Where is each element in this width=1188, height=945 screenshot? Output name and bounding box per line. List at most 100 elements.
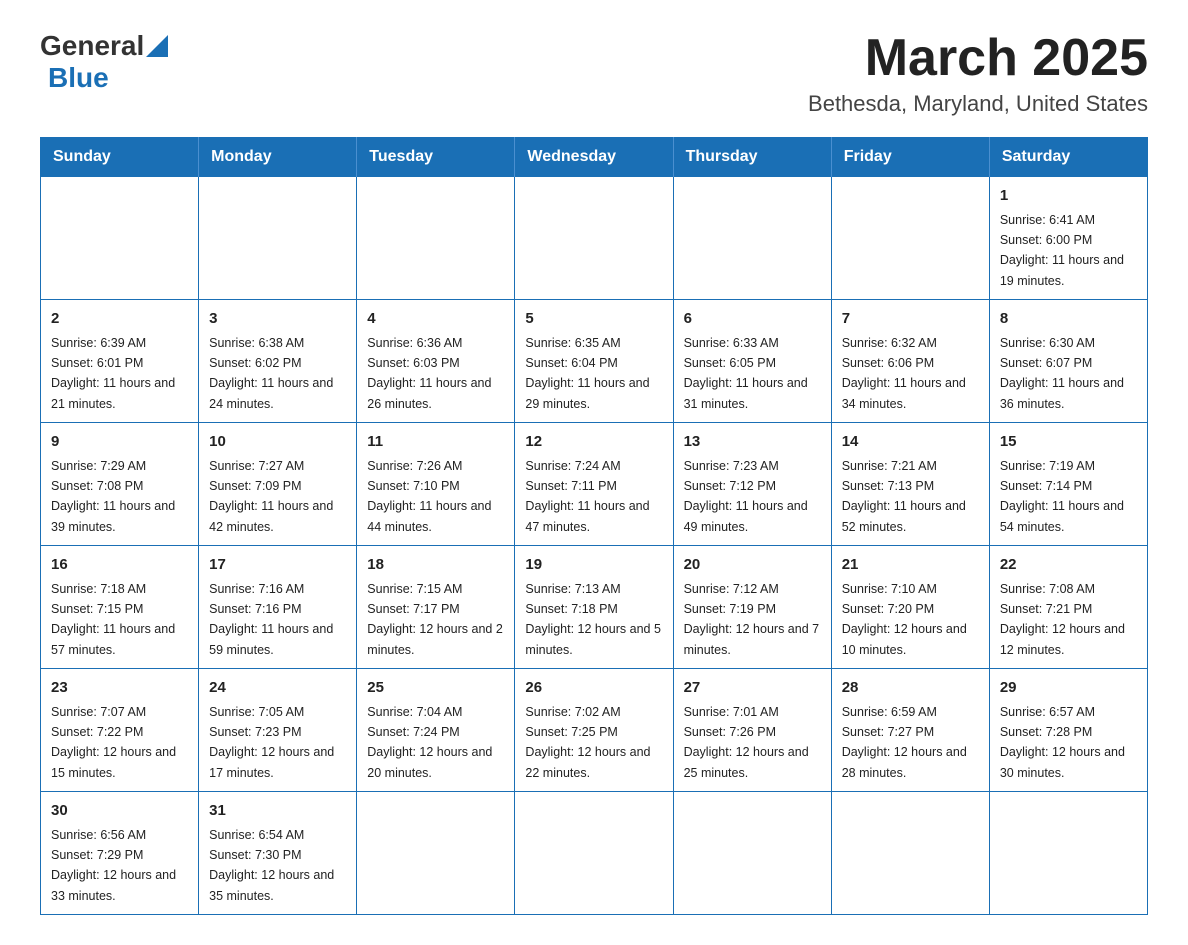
- day-of-week-header: Friday: [831, 138, 989, 177]
- day-info: Sunrise: 6:36 AM Sunset: 6:03 PM Dayligh…: [367, 336, 491, 411]
- day-number: 8: [1000, 308, 1137, 331]
- calendar-day-cell: [673, 792, 831, 915]
- calendar-day-cell: 17 Sunrise: 7:16 AM Sunset: 7:16 PM Dayli…: [199, 546, 357, 669]
- day-number: 5: [525, 308, 662, 331]
- day-number: 15: [1000, 431, 1137, 454]
- calendar-week-row: 9Sunrise: 7:29 AM Sunset: 7:08 PM Daylig…: [41, 423, 1148, 546]
- calendar-day-cell: 11Sunrise: 7:26 AM Sunset: 7:10 PM Dayli…: [357, 423, 515, 546]
- calendar-day-cell: 3 Sunrise: 6:38 AM Sunset: 6:02 PM Daylig…: [199, 300, 357, 423]
- calendar-day-cell: [515, 177, 673, 300]
- day-info: Sunrise: 6:41 AM Sunset: 6:00 PM Dayligh…: [1000, 213, 1124, 288]
- day-info: Sunrise: 7:19 AM Sunset: 7:14 PM Dayligh…: [1000, 459, 1124, 534]
- calendar-day-cell: 24 Sunrise: 7:05 AM Sunset: 7:23 PM Dayli…: [199, 669, 357, 792]
- calendar-day-cell: 7 Sunrise: 6:32 AM Sunset: 6:06 PM Daylig…: [831, 300, 989, 423]
- day-number: 7: [842, 308, 979, 331]
- day-number: 12: [525, 431, 662, 454]
- day-info: Sunrise: 6:39 AM Sunset: 6:01 PM Dayligh…: [51, 336, 175, 411]
- calendar-day-cell: 14 Sunrise: 7:21 AM Sunset: 7:13 PM Dayli…: [831, 423, 989, 546]
- day-number: 2: [51, 308, 188, 331]
- day-of-week-header: Thursday: [673, 138, 831, 177]
- day-info: Sunrise: 6:32 AM Sunset: 6:06 PM Dayligh…: [842, 336, 966, 411]
- calendar-day-cell: [41, 177, 199, 300]
- calendar-day-cell: [673, 177, 831, 300]
- day-number: 16: [51, 554, 188, 577]
- day-info: Sunrise: 6:56 AM Sunset: 7:29 PM Dayligh…: [51, 828, 176, 903]
- day-number: 22: [1000, 554, 1137, 577]
- page-header: General Blue March 2025 Bethesda, Maryla…: [40, 30, 1148, 117]
- calendar-week-row: 1 Sunrise: 6:41 AM Sunset: 6:00 PM Daylig…: [41, 177, 1148, 300]
- day-info: Sunrise: 6:57 AM Sunset: 7:28 PM Dayligh…: [1000, 705, 1125, 780]
- calendar-day-cell: [831, 792, 989, 915]
- logo-general-text: General: [40, 30, 144, 62]
- calendar-day-cell: [515, 792, 673, 915]
- calendar-day-cell: 28 Sunrise: 6:59 AM Sunset: 7:27 PM Dayli…: [831, 669, 989, 792]
- calendar-day-cell: 15 Sunrise: 7:19 AM Sunset: 7:14 PM Dayli…: [989, 423, 1147, 546]
- calendar-day-cell: 25 Sunrise: 7:04 AM Sunset: 7:24 PM Dayli…: [357, 669, 515, 792]
- calendar-day-cell: 26 Sunrise: 7:02 AM Sunset: 7:25 PM Dayli…: [515, 669, 673, 792]
- day-info: Sunrise: 7:07 AM Sunset: 7:22 PM Dayligh…: [51, 705, 176, 780]
- day-info: Sunrise: 7:24 AM Sunset: 7:11 PM Dayligh…: [525, 459, 649, 534]
- calendar-day-cell: 22 Sunrise: 7:08 AM Sunset: 7:21 PM Dayli…: [989, 546, 1147, 669]
- calendar-day-cell: 20 Sunrise: 7:12 AM Sunset: 7:19 PM Dayli…: [673, 546, 831, 669]
- day-number: 29: [1000, 677, 1137, 700]
- calendar-week-row: 16 Sunrise: 7:18 AM Sunset: 7:15 PM Dayli…: [41, 546, 1148, 669]
- day-number: 18: [367, 554, 504, 577]
- day-info: Sunrise: 6:38 AM Sunset: 6:02 PM Dayligh…: [209, 336, 333, 411]
- day-info: Sunrise: 6:59 AM Sunset: 7:27 PM Dayligh…: [842, 705, 967, 780]
- day-number: 26: [525, 677, 662, 700]
- calendar-day-cell: 9Sunrise: 7:29 AM Sunset: 7:08 PM Daylig…: [41, 423, 199, 546]
- day-number: 20: [684, 554, 821, 577]
- day-info: Sunrise: 7:05 AM Sunset: 7:23 PM Dayligh…: [209, 705, 334, 780]
- calendar-day-cell: 23 Sunrise: 7:07 AM Sunset: 7:22 PM Dayli…: [41, 669, 199, 792]
- day-info: Sunrise: 6:30 AM Sunset: 6:07 PM Dayligh…: [1000, 336, 1124, 411]
- day-info: Sunrise: 7:16 AM Sunset: 7:16 PM Dayligh…: [209, 582, 333, 657]
- logo: General Blue: [40, 30, 168, 94]
- day-info: Sunrise: 7:26 AM Sunset: 7:10 PM Dayligh…: [367, 459, 491, 534]
- calendar-day-cell: 6Sunrise: 6:33 AM Sunset: 6:05 PM Daylig…: [673, 300, 831, 423]
- day-info: Sunrise: 7:21 AM Sunset: 7:13 PM Dayligh…: [842, 459, 966, 534]
- day-number: 1: [1000, 185, 1137, 208]
- calendar-day-cell: 16 Sunrise: 7:18 AM Sunset: 7:15 PM Dayli…: [41, 546, 199, 669]
- day-of-week-header: Saturday: [989, 138, 1147, 177]
- month-year-title: March 2025: [808, 30, 1148, 87]
- day-number: 19: [525, 554, 662, 577]
- day-info: Sunrise: 7:12 AM Sunset: 7:19 PM Dayligh…: [684, 582, 820, 657]
- day-number: 17: [209, 554, 346, 577]
- calendar-header-row: SundayMondayTuesdayWednesdayThursdayFrid…: [41, 138, 1148, 177]
- calendar-day-cell: 12 Sunrise: 7:24 AM Sunset: 7:11 PM Dayli…: [515, 423, 673, 546]
- calendar-day-cell: 1 Sunrise: 6:41 AM Sunset: 6:00 PM Daylig…: [989, 177, 1147, 300]
- calendar-day-cell: 31Sunrise: 6:54 AM Sunset: 7:30 PM Dayli…: [199, 792, 357, 915]
- day-info: Sunrise: 7:08 AM Sunset: 7:21 PM Dayligh…: [1000, 582, 1125, 657]
- calendar-day-cell: 10 Sunrise: 7:27 AM Sunset: 7:09 PM Dayli…: [199, 423, 357, 546]
- day-number: 23: [51, 677, 188, 700]
- day-info: Sunrise: 6:35 AM Sunset: 6:04 PM Dayligh…: [525, 336, 649, 411]
- calendar-day-cell: 18Sunrise: 7:15 AM Sunset: 7:17 PM Dayli…: [357, 546, 515, 669]
- logo-blue-text: Blue: [48, 62, 109, 93]
- day-number: 3: [209, 308, 346, 331]
- day-number: 10: [209, 431, 346, 454]
- day-number: 24: [209, 677, 346, 700]
- calendar-day-cell: 29 Sunrise: 6:57 AM Sunset: 7:28 PM Dayli…: [989, 669, 1147, 792]
- day-info: Sunrise: 7:02 AM Sunset: 7:25 PM Dayligh…: [525, 705, 650, 780]
- day-number: 14: [842, 431, 979, 454]
- location-subtitle: Bethesda, Maryland, United States: [808, 91, 1148, 117]
- calendar-day-cell: 8 Sunrise: 6:30 AM Sunset: 6:07 PM Daylig…: [989, 300, 1147, 423]
- day-number: 28: [842, 677, 979, 700]
- calendar-day-cell: [199, 177, 357, 300]
- day-of-week-header: Tuesday: [357, 138, 515, 177]
- calendar-day-cell: 19 Sunrise: 7:13 AM Sunset: 7:18 PM Dayli…: [515, 546, 673, 669]
- calendar-day-cell: [831, 177, 989, 300]
- day-number: 9: [51, 431, 188, 454]
- day-info: Sunrise: 7:27 AM Sunset: 7:09 PM Dayligh…: [209, 459, 333, 534]
- calendar-week-row: 30Sunrise: 6:56 AM Sunset: 7:29 PM Dayli…: [41, 792, 1148, 915]
- day-info: Sunrise: 7:04 AM Sunset: 7:24 PM Dayligh…: [367, 705, 492, 780]
- calendar-day-cell: [989, 792, 1147, 915]
- day-number: 25: [367, 677, 504, 700]
- day-info: Sunrise: 7:13 AM Sunset: 7:18 PM Dayligh…: [525, 582, 661, 657]
- day-number: 6: [684, 308, 821, 331]
- calendar-week-row: 23 Sunrise: 7:07 AM Sunset: 7:22 PM Dayli…: [41, 669, 1148, 792]
- day-info: Sunrise: 7:18 AM Sunset: 7:15 PM Dayligh…: [51, 582, 175, 657]
- day-info: Sunrise: 7:10 AM Sunset: 7:20 PM Dayligh…: [842, 582, 967, 657]
- day-number: 4: [367, 308, 504, 331]
- calendar-day-cell: 4 Sunrise: 6:36 AM Sunset: 6:03 PM Daylig…: [357, 300, 515, 423]
